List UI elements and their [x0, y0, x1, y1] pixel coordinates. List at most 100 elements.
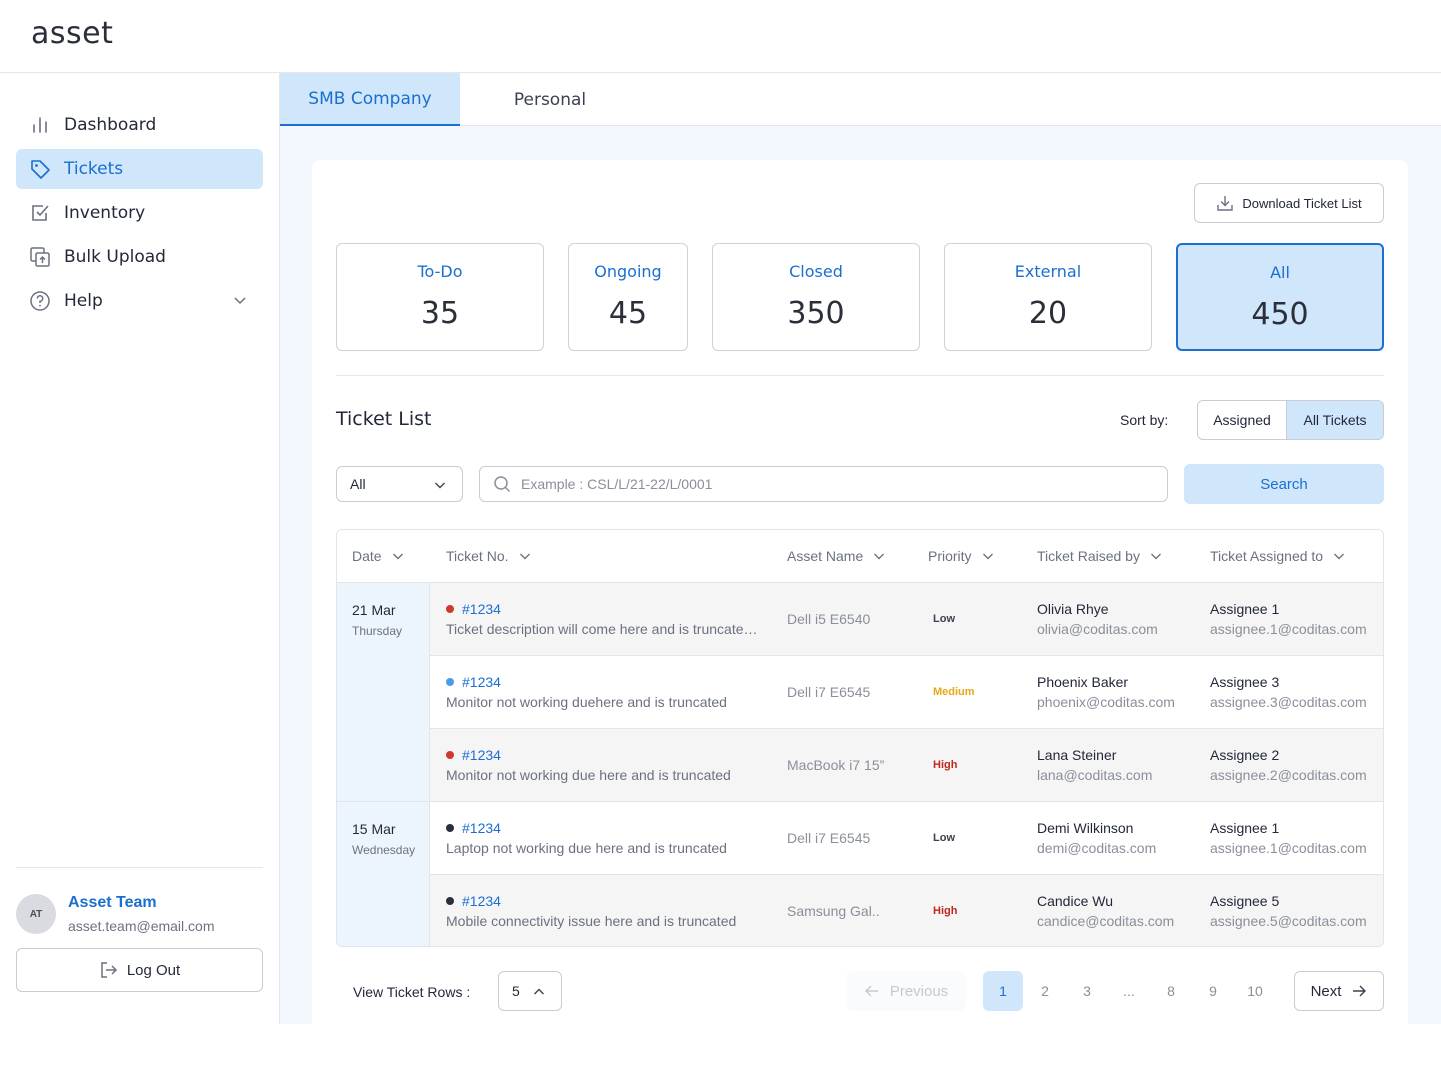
- table-row[interactable]: #1234 Monitor not working duehere and is…: [430, 656, 1383, 729]
- tab-bar: SMB Company Personal: [280, 73, 1441, 126]
- search-field[interactable]: [479, 466, 1168, 502]
- table-row[interactable]: #1234 Ticket description will come here …: [430, 583, 1383, 656]
- stat-card-ongoing[interactable]: Ongoing 45: [568, 243, 688, 351]
- ticket-number-link[interactable]: #1234: [462, 674, 501, 690]
- arrow-left-icon: [864, 985, 878, 997]
- asset-name: MacBook i7 15”: [787, 757, 885, 773]
- column-header-ticket-no[interactable]: Ticket No.: [446, 530, 531, 582]
- stat-card-todo[interactable]: To-Do 35: [336, 243, 544, 351]
- priority-badge: High: [933, 759, 958, 771]
- assignee-name: Assignee 3: [1210, 674, 1280, 690]
- user-name: Asset Team: [68, 894, 157, 911]
- previous-button[interactable]: Previous: [846, 971, 966, 1011]
- raised-by-name: Lana Steiner: [1037, 747, 1117, 763]
- ticket-table: Date Ticket No. Asset Name Priority Tick…: [336, 529, 1384, 947]
- stat-label: External: [1014, 262, 1082, 281]
- stat-value: 350: [787, 296, 845, 331]
- ticket-number-link[interactable]: #1234: [462, 601, 501, 617]
- table-row[interactable]: #1234 Mobile connectivity issue here and…: [430, 875, 1383, 946]
- page-button-2[interactable]: 2: [1025, 971, 1065, 1011]
- section-divider: [336, 375, 1384, 376]
- date-label: 15 Mar: [352, 821, 396, 837]
- logout-button[interactable]: Log Out: [16, 948, 263, 992]
- asset-name: Samsung Gal..: [787, 903, 880, 919]
- table-row[interactable]: #1234 Monitor not working due here and i…: [430, 729, 1383, 802]
- raised-by-email: lana@coditas.com: [1037, 767, 1153, 783]
- sidebar-item-dashboard[interactable]: Dashboard: [16, 105, 263, 145]
- assignee-email: assignee.1@coditas.com: [1210, 840, 1367, 856]
- priority-badge: Low: [933, 613, 955, 625]
- raised-by-name: Candice Wu: [1037, 893, 1114, 909]
- sidebar-item-bulk-upload[interactable]: Bulk Upload: [16, 237, 263, 277]
- stat-card-all[interactable]: All 450: [1176, 243, 1384, 351]
- ticket-number-link[interactable]: #1234: [462, 820, 501, 836]
- page-button-8[interactable]: 8: [1151, 971, 1191, 1011]
- sidebar-item-help[interactable]: Help: [16, 281, 263, 321]
- page-button-9[interactable]: 9: [1193, 971, 1233, 1011]
- chevron-down-icon[interactable]: [233, 293, 247, 312]
- sidebar-item-label: Dashboard: [64, 115, 157, 135]
- sidebar: Dashboard Tickets Inventory Bulk Upload …: [0, 73, 280, 1024]
- column-header-asset-name[interactable]: Asset Name: [787, 530, 885, 582]
- chevron-up-icon: [534, 988, 544, 995]
- page-button-1[interactable]: 1: [983, 971, 1023, 1011]
- sidebar-item-inventory[interactable]: Inventory: [16, 193, 263, 233]
- raised-by-name: Olivia Rhye: [1037, 601, 1109, 617]
- search-button[interactable]: Search: [1184, 464, 1384, 504]
- rows-per-page-label: View Ticket Rows :: [353, 984, 471, 1000]
- sort-toggle: Assigned All Tickets: [1197, 400, 1384, 440]
- ticket-description: Laptop not working due here and is trunc…: [446, 840, 727, 856]
- ticket-description: Ticket description will come here and is…: [446, 621, 758, 637]
- filter-value: All: [350, 476, 366, 492]
- column-header-label: Ticket Raised by: [1037, 548, 1140, 564]
- sort-assigned-button[interactable]: Assigned: [1198, 401, 1287, 439]
- stat-value: 450: [1251, 297, 1309, 332]
- user-email: asset.team@email.com: [68, 918, 215, 934]
- ticket-number-link[interactable]: #1234: [462, 747, 501, 763]
- column-header-date[interactable]: Date: [352, 530, 404, 582]
- tab-smb-company[interactable]: SMB Company: [280, 73, 460, 126]
- next-button[interactable]: Next: [1294, 971, 1384, 1011]
- stat-card-closed[interactable]: Closed 350: [712, 243, 920, 351]
- raised-by-email: phoenix@coditas.com: [1037, 694, 1175, 710]
- chevron-down-icon: [1150, 553, 1161, 560]
- assignee-name: Assignee 5: [1210, 893, 1280, 909]
- column-header-label: Ticket No.: [446, 548, 509, 564]
- sidebar-item-tickets[interactable]: Tickets: [16, 149, 263, 189]
- priority-badge: Low: [933, 832, 955, 844]
- filter-select[interactable]: All: [336, 466, 463, 502]
- chevron-down-icon: [519, 553, 530, 560]
- stat-card-external[interactable]: External 20: [944, 243, 1152, 351]
- chevron-down-icon: [435, 482, 445, 489]
- asset-name: Dell i5 E6540: [787, 611, 871, 627]
- column-header-assigned-to[interactable]: Ticket Assigned to: [1210, 530, 1345, 582]
- page-button-3[interactable]: 3: [1067, 971, 1107, 1011]
- sidebar-divider: [16, 867, 263, 868]
- table-row[interactable]: #1234 Laptop not working due here and is…: [430, 802, 1383, 875]
- ticket-description: Mobile connectivity issue here and is tr…: [446, 913, 737, 929]
- raised-by-email: olivia@coditas.com: [1037, 621, 1158, 637]
- stat-label: All: [1270, 263, 1290, 282]
- page-button-10[interactable]: 10: [1235, 971, 1275, 1011]
- ticket-number-link[interactable]: #1234: [462, 893, 501, 909]
- logout-label: Log Out: [126, 961, 181, 979]
- column-header-priority[interactable]: Priority: [928, 530, 994, 582]
- sort-all-tickets-button[interactable]: All Tickets: [1287, 401, 1383, 439]
- sidebar-item-label: Tickets: [64, 159, 124, 179]
- tab-personal[interactable]: Personal: [460, 73, 640, 126]
- date-group: 15 Mar Wednesday: [337, 802, 430, 946]
- stat-label: Closed: [789, 262, 843, 281]
- assignee-name: Assignee 1: [1210, 601, 1280, 617]
- assignee-name: Assignee 1: [1210, 820, 1280, 836]
- priority-badge: Medium: [933, 686, 975, 698]
- chevron-down-icon: [874, 553, 885, 560]
- page-ellipsis: ...: [1123, 983, 1135, 999]
- sidebar-item-label: Help: [64, 291, 103, 311]
- column-header-raised-by[interactable]: Ticket Raised by: [1037, 530, 1162, 582]
- rows-per-page-select[interactable]: 5: [498, 971, 562, 1011]
- column-header-label: Asset Name: [787, 548, 864, 564]
- assignee-email: assignee.5@coditas.com: [1210, 913, 1367, 929]
- previous-label: Previous: [889, 982, 949, 1000]
- download-ticket-list-button[interactable]: Download Ticket List: [1194, 183, 1384, 223]
- search-input[interactable]: [521, 476, 1121, 492]
